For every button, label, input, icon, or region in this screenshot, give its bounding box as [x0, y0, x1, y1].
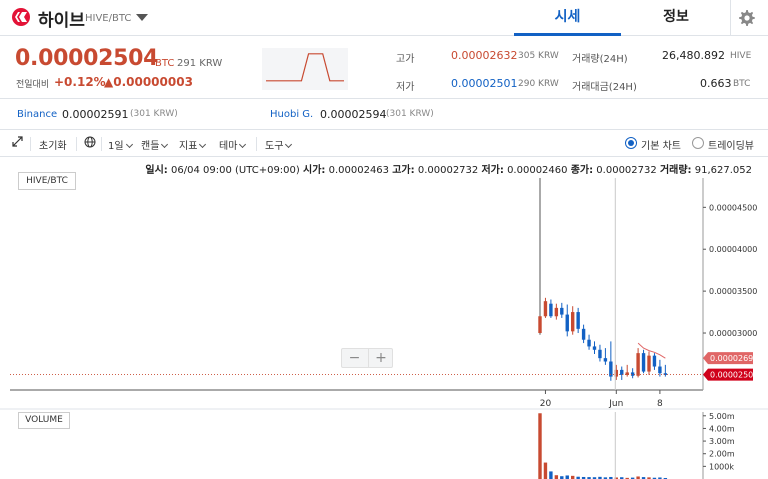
candle-body: [630, 372, 635, 376]
candle-body: [587, 339, 591, 347]
candle-body: [543, 301, 548, 317]
volume-tick-label: 1000k: [709, 462, 734, 471]
candle-body: [603, 358, 608, 362]
volume-tick-label: 3.00m: [709, 437, 735, 446]
volume-bar: [543, 462, 548, 479]
candle-body: [565, 314, 569, 332]
candle-body: [554, 307, 559, 317]
candle-body: [647, 355, 651, 372]
price-tick-label: 0.00003000: [709, 329, 757, 338]
x-tick-label: 20: [540, 399, 552, 409]
candle-body: [636, 353, 640, 376]
volume-bar: [565, 475, 569, 479]
price-chart[interactable]: 0.00004500 0.00004000 0.00003500 0.00003000…: [0, 0, 768, 479]
volume-bar: [549, 471, 553, 479]
price-tick-label: 0.00003500: [709, 287, 757, 296]
candle-body: [560, 307, 564, 315]
last-price-tag: 0.00002504: [710, 371, 758, 380]
volume-pane-tag: VOLUME: [18, 412, 70, 429]
zoom-controls: − +: [341, 348, 393, 368]
ma-price-tag: 0.00002696: [710, 354, 758, 363]
candle-body: [538, 316, 542, 334]
price-tick-label: 0.00004000: [709, 245, 757, 254]
zoom-out-button[interactable]: −: [342, 349, 367, 367]
volume-tick-label: 5.00m: [709, 412, 735, 421]
candle-body: [652, 355, 657, 367]
candle-body: [581, 328, 586, 340]
candle-body: [576, 312, 580, 329]
volume-tick-label: 4.00m: [709, 424, 735, 433]
candle-body: [641, 353, 646, 372]
volume-tick-label: 2.00m: [709, 450, 735, 459]
volume-bar: [538, 413, 542, 479]
candle-body: [620, 369, 624, 375]
candle-body: [592, 346, 597, 350]
zoom-in-button[interactable]: +: [368, 349, 393, 367]
candle-body: [598, 349, 602, 359]
x-tick-label: 8: [657, 399, 663, 409]
x-tick-label: Jun: [608, 399, 623, 409]
price-tick-label: 0.00004500: [709, 203, 757, 212]
volume-bar: [554, 475, 559, 479]
candle-body: [549, 303, 553, 317]
candle-body: [571, 312, 575, 332]
chart-pair-tag: HIVE/BTC: [18, 172, 76, 190]
candle-body: [658, 366, 662, 374]
